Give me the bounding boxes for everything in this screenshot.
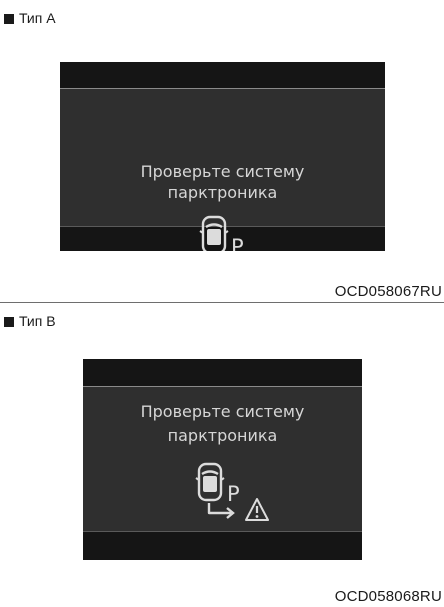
warning-message-line-1: Проверьте систему — [140, 162, 305, 181]
figure-code-a: OCD058067RU — [334, 283, 442, 300]
bullet-square-icon — [4, 317, 14, 327]
park-symbol: P — [231, 235, 244, 251]
panel-a-label: Тип A — [19, 10, 56, 26]
panel-b-heading: Тип B — [4, 312, 56, 330]
park-symbol: P — [227, 482, 240, 506]
bullet-square-icon — [4, 14, 14, 24]
warning-message-line-1: Проверьте систему — [140, 402, 305, 421]
parking-sensor-car-warning-icon: P — [195, 462, 269, 521]
warning-message-line-2: парктроника — [167, 426, 278, 445]
display-message-area — [60, 88, 385, 227]
panel-divider — [0, 302, 444, 303]
panel-a-heading: Тип A — [4, 9, 56, 27]
warning-message-line-2: парктроника — [167, 183, 278, 202]
panel-b-display: Проверьте систему парктроника P — [83, 359, 362, 560]
figure-code-b: OCD058068RU — [334, 588, 442, 605]
panel-a-display: Проверьте систему парктроника P — [60, 62, 385, 251]
panel-b-label: Тип B — [19, 313, 56, 329]
parking-sensor-car-icon: P — [199, 215, 244, 251]
